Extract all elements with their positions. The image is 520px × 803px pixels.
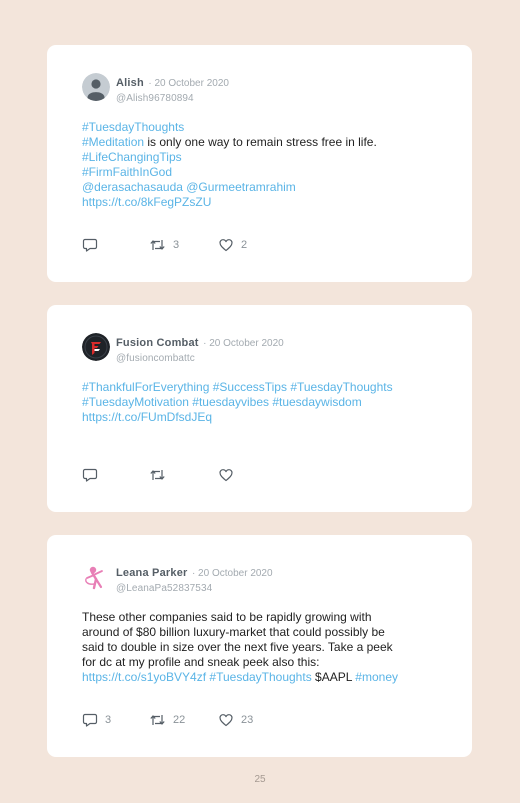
text-line: around of $80 billion luxury-market that…	[82, 625, 442, 640]
text-line: #TuesdayThoughts	[82, 120, 442, 135]
url-link[interactable]: https://t.co/FUmDfsdJEq	[82, 410, 212, 424]
retweet-count: 3	[173, 239, 180, 251]
like-count: 2	[241, 239, 248, 251]
text-line: #TuesdayMotivation #tuesdayvibes #tuesda…	[82, 395, 442, 410]
text-line: #Meditation is only one way to remain st…	[82, 135, 442, 150]
author-name[interactable]: Alish	[116, 77, 144, 89]
hashtag-link[interactable]: #TuesdayThoughts	[209, 670, 311, 684]
retweet-icon	[150, 715, 165, 725]
url-link[interactable]: https://t.co/8kFegPZsZU	[82, 195, 211, 209]
heart-icon	[219, 239, 233, 252]
tweet-actions: 3 22 23	[82, 712, 382, 728]
text-segment: is only one way to remain stress free in…	[144, 135, 377, 149]
tweet-card: Fusion Combat · 20 October 2020 @fusionc…	[47, 305, 472, 512]
reply-count: 3	[105, 714, 112, 726]
retweet-icon	[150, 240, 165, 250]
hashtag-link[interactable]: #FirmFaithInGod	[82, 165, 172, 179]
tweet-card: Alish · 20 October 2020 @Alish96780894 #…	[47, 45, 472, 282]
author-handle[interactable]: @fusioncombattc	[116, 353, 284, 364]
text-segment: These other companies said to be rapidly…	[82, 610, 372, 624]
page-number: 25	[254, 774, 266, 785]
like-button[interactable]: 2	[218, 237, 247, 253]
retweet-button[interactable]: 22	[149, 712, 185, 728]
tweet-text: #ThankfulForEverything #SuccessTips #Tue…	[82, 380, 442, 425]
tweet-date: · 20 October 2020	[191, 568, 273, 579]
like-button[interactable]	[218, 467, 241, 483]
avatar[interactable]	[82, 73, 110, 101]
tweet-date: · 20 October 2020	[203, 338, 284, 349]
tweet-date: · 20 October 2020	[148, 78, 229, 89]
text-line: for dc at my profile and sneak peek also…	[82, 655, 442, 670]
text-line: said to double in size over the next fiv…	[82, 640, 442, 655]
text-segment: said to double in size over the next fiv…	[82, 640, 393, 654]
mention-link[interactable]: @derasachasauda @Gurmeetramrahim	[82, 180, 296, 194]
reply-icon	[82, 468, 98, 482]
author-handle[interactable]: @LeanaPa52837534	[116, 583, 273, 594]
reply-icon	[82, 713, 98, 727]
hashtag-link[interactable]: #money	[355, 670, 398, 684]
reply-icon	[82, 238, 98, 252]
heart-icon	[219, 469, 233, 482]
like-count: 23	[241, 714, 254, 726]
text-line: https://t.co/s1yoBVY4zf #TuesdayThoughts…	[82, 670, 442, 685]
author-handle[interactable]: @Alish96780894	[116, 93, 229, 104]
tweet-actions: 3 2	[82, 237, 382, 253]
retweet-count: 22	[173, 714, 186, 726]
text-line: #FirmFaithInGod	[82, 165, 442, 180]
hashtag-link[interactable]: #TuesdayMotivation #tuesdayvibes #tuesda…	[82, 395, 362, 409]
retweet-icon	[150, 470, 165, 480]
text-line: https://t.co/FUmDfsdJEq	[82, 410, 442, 425]
tweet-card: Leana Parker · 20 October 2020 @LeanaPa5…	[47, 535, 472, 757]
author-name[interactable]: Leana Parker	[116, 567, 188, 579]
hashtag-link[interactable]: #LifeChangingTips	[82, 150, 182, 164]
tweet-text: #TuesdayThoughts #Meditation is only one…	[82, 120, 442, 210]
retweet-button[interactable]: 3	[149, 237, 179, 253]
text-segment: around of $80 billion luxury-market that…	[82, 625, 385, 639]
pink-panther-avatar-icon	[82, 563, 110, 591]
hashtag-link[interactable]: #TuesdayThoughts	[82, 120, 184, 134]
tweet-actions	[82, 467, 382, 483]
hashtag-link[interactable]: #ThankfulForEverything #SuccessTips #Tue…	[82, 380, 393, 394]
url-link[interactable]: https://t.co/s1yoBVY4zf	[82, 670, 206, 684]
default-avatar-icon	[82, 73, 110, 101]
text-line: #LifeChangingTips	[82, 150, 442, 165]
text-line: https://t.co/8kFegPZsZU	[82, 195, 442, 210]
text-line: These other companies said to be rapidly…	[82, 610, 442, 625]
fusion-combat-logo-icon	[82, 333, 110, 361]
like-button[interactable]: 23	[218, 712, 253, 728]
author-name[interactable]: Fusion Combat	[116, 337, 199, 349]
text-line: #ThankfulForEverything #SuccessTips #Tue…	[82, 380, 442, 395]
reply-button[interactable]: 3	[82, 712, 111, 728]
avatar[interactable]	[82, 333, 110, 361]
text-line: @derasachasauda @Gurmeetramrahim	[82, 180, 442, 195]
reply-button[interactable]	[82, 237, 105, 253]
cashtag-text: $AAPL	[311, 670, 356, 684]
tweet-text: These other companies said to be rapidly…	[82, 610, 442, 685]
text-segment: for dc at my profile and sneak peek also…	[82, 655, 320, 669]
avatar[interactable]	[82, 563, 110, 591]
reply-button[interactable]	[82, 467, 105, 483]
heart-icon	[219, 714, 233, 727]
retweet-button[interactable]	[149, 467, 173, 483]
hashtag-link[interactable]: #Meditation	[82, 135, 144, 149]
